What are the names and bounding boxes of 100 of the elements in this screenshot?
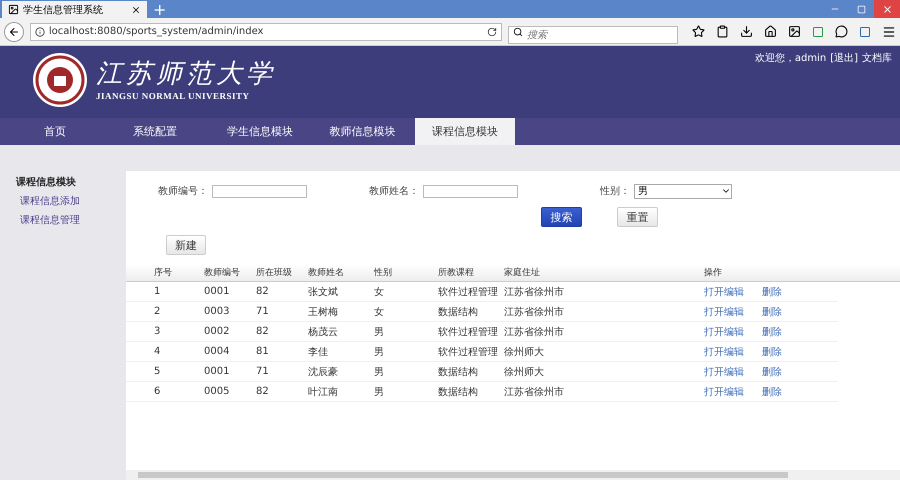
column-header: 性别 (374, 266, 393, 279)
sidebar-link[interactable]: 课程信息添加 (16, 194, 126, 208)
table-cell-text: 男 (374, 366, 385, 378)
home-icon[interactable] (764, 25, 777, 38)
header-link[interactable]: 文档库 (862, 51, 892, 65)
column-header: 序号 (154, 266, 173, 279)
edit-link[interactable]: 打开编辑 (704, 364, 762, 378)
close-icon[interactable] (131, 4, 141, 14)
reload-icon[interactable] (487, 26, 497, 36)
table-cell-text: 徐州师大 (504, 346, 545, 358)
table-cell-text: 徐州师大 (504, 366, 545, 378)
table-cell-text: 江苏省徐州市 (504, 306, 565, 318)
page-icon (8, 4, 19, 15)
column-header: 教师姓名 (308, 266, 345, 279)
field-label: 教师姓名： (368, 185, 419, 198)
header-link[interactable]: 欢迎您，admin (754, 51, 826, 65)
star-icon[interactable] (692, 25, 705, 38)
new-tab-button[interactable]: + (153, 1, 166, 18)
university-subtitle: JIANGSU NORMAL UNIVERSITY (96, 91, 251, 101)
reset-button[interactable]: 重置 (617, 207, 658, 227)
table-cell-text: 82 (256, 286, 270, 297)
edit-link[interactable]: 打开编辑 (704, 384, 762, 398)
back-button[interactable] (4, 22, 24, 42)
table-cell-text: 5 (154, 366, 162, 377)
table-cell-text: 0002 (204, 326, 230, 337)
table-cell-text: 叶江南 (308, 386, 339, 398)
field-label: 性别： (598, 184, 630, 198)
info-icon (34, 26, 45, 36)
table-cell-text: 1 (154, 286, 162, 297)
university-name: 江苏师范大学 (96, 58, 276, 91)
table-cell-text: 数据结构 (438, 386, 479, 398)
delete-link[interactable]: 删除 (762, 364, 802, 378)
column-header: 操作 (704, 266, 723, 279)
menu-icon[interactable] (882, 24, 896, 38)
table-cell-text: 杨茂云 (308, 326, 339, 338)
table-cell-text: 82 (256, 326, 270, 337)
table-cell-text: 王树梅 (308, 306, 339, 318)
nav-tab[interactable]: 教师信息模块 (310, 118, 415, 145)
maximize-icon (856, 4, 866, 14)
table-cell-text: 男 (374, 326, 385, 338)
edit-link[interactable]: 打开编辑 (704, 344, 762, 358)
image-icon[interactable] (788, 25, 801, 38)
table-cell-text: 江苏省徐州市 (504, 386, 565, 398)
table-cell-text: 女 (374, 306, 385, 318)
edit-link[interactable]: 打开编辑 (704, 304, 762, 318)
table-cell-text: 0004 (204, 346, 230, 357)
sidebar-title: 课程信息模块 (16, 176, 77, 189)
nav-tab[interactable]: 课程信息模块 (415, 118, 515, 145)
horizontal-scrollbar[interactable] (126, 470, 900, 480)
table-cell-text: 0001 (204, 286, 230, 297)
table-cell-text: 沈辰豪 (308, 366, 339, 378)
table-cell-text: 李佳 (308, 346, 329, 358)
browser-tab[interactable]: 学生信息管理系统 (2, 1, 147, 18)
edit-link[interactable]: 打开编辑 (704, 284, 762, 298)
back-arrow-icon (8, 26, 20, 38)
gender-select[interactable]: 男 (634, 184, 732, 198)
download-icon[interactable] (740, 25, 753, 38)
nav-tab[interactable]: 学生信息模块 (210, 118, 310, 145)
new-button[interactable]: 新建 (166, 235, 206, 255)
delete-link[interactable]: 删除 (762, 344, 802, 358)
square-icon[interactable] (859, 26, 871, 38)
table-cell-text: 4 (154, 346, 162, 357)
table-cell-text: 81 (256, 346, 270, 357)
table-cell-text: 软件过程管理 (438, 346, 499, 358)
column-header: 所教课程 (438, 266, 475, 279)
header-link[interactable]: [退出] (830, 51, 858, 65)
search-button[interactable]: 搜索 (541, 207, 582, 227)
address-field[interactable]: localhost:8080/sports_system/admin/index (30, 22, 502, 40)
column-header: 所在班级 (256, 266, 293, 279)
column-header: 教师编号 (204, 266, 241, 279)
delete-link[interactable]: 删除 (762, 304, 802, 318)
edit-link[interactable]: 打开编辑 (704, 324, 762, 338)
square-icon[interactable] (812, 26, 824, 38)
logo-icon (32, 52, 88, 108)
table-cell-text: 女 (374, 286, 385, 298)
table-cell-text: 软件过程管理 (438, 326, 499, 338)
delete-link[interactable]: 删除 (762, 324, 802, 338)
table-cell-text: 0001 (204, 366, 230, 377)
table-cell-text: 数据结构 (438, 306, 479, 318)
table-cell-text: 江苏省徐州市 (504, 326, 565, 338)
table-cell-text: 男 (374, 346, 385, 358)
table-cell-text: 数据结构 (438, 366, 479, 378)
sidebar-link[interactable]: 课程信息管理 (16, 213, 126, 227)
table-cell-text: 张文斌 (308, 286, 339, 298)
nav-tab[interactable]: 首页 (10, 118, 100, 145)
teacher-id-field[interactable] (212, 184, 307, 198)
table-cell-text: 0003 (204, 306, 230, 317)
table-cell-text: 0005 (204, 386, 230, 397)
chat-icon[interactable] (835, 25, 848, 38)
nav-tab[interactable]: 系统配置 (100, 118, 210, 145)
table-cell-text: 软件过程管理 (438, 286, 499, 298)
search-field[interactable]: 搜索 (508, 26, 678, 44)
close-button[interactable] (874, 0, 900, 18)
field-label: 教师编号： (157, 184, 208, 198)
delete-link[interactable]: 删除 (762, 284, 802, 298)
teacher-name-field[interactable] (423, 184, 518, 198)
delete-link[interactable]: 删除 (762, 384, 802, 398)
clipboard-icon[interactable] (716, 25, 729, 38)
column-header: 家庭住址 (504, 266, 541, 279)
table-cell-text: 6 (154, 386, 162, 397)
